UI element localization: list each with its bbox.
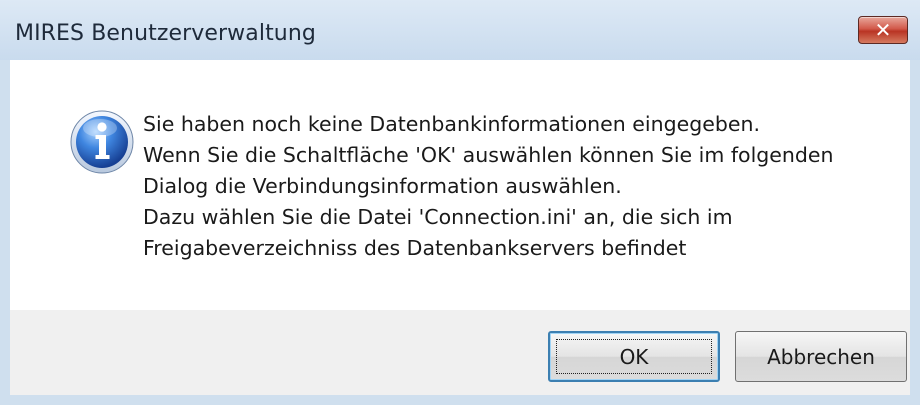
- title-bar[interactable]: MIRES Benutzerverwaltung ✕: [0, 0, 920, 60]
- cancel-button-label: Abbrechen: [767, 344, 875, 369]
- message-text: Sie haben noch keine Datenbankinformatio…: [143, 109, 834, 264]
- message-line: Freigabeverzeichniss des Datenbankserver…: [143, 236, 687, 260]
- message-line: Wenn Sie die Schaltfläche 'OK' auswählen…: [143, 143, 834, 167]
- message-line: Sie haben noch keine Datenbankinformatio…: [143, 112, 760, 136]
- info-icon: [70, 110, 134, 174]
- focus-rectangle: [556, 339, 712, 374]
- window-title: MIRES Benutzerverwaltung: [15, 21, 316, 46]
- close-button[interactable]: ✕: [858, 16, 908, 44]
- dialog-window: MIRES Benutzerverwaltung ✕ Sie haben noc…: [0, 0, 920, 405]
- ok-button[interactable]: OK: [548, 331, 720, 382]
- message-line: Dazu wählen Sie die Datei 'Connection.in…: [143, 205, 733, 229]
- button-bar: OK Abbrechen: [10, 310, 910, 395]
- close-icon: ✕: [874, 18, 892, 42]
- message-line: Dialog die Verbindungsinformation auswäh…: [143, 174, 622, 198]
- cancel-button[interactable]: Abbrechen: [735, 331, 907, 382]
- message-area: Sie haben noch keine Datenbankinformatio…: [10, 60, 910, 310]
